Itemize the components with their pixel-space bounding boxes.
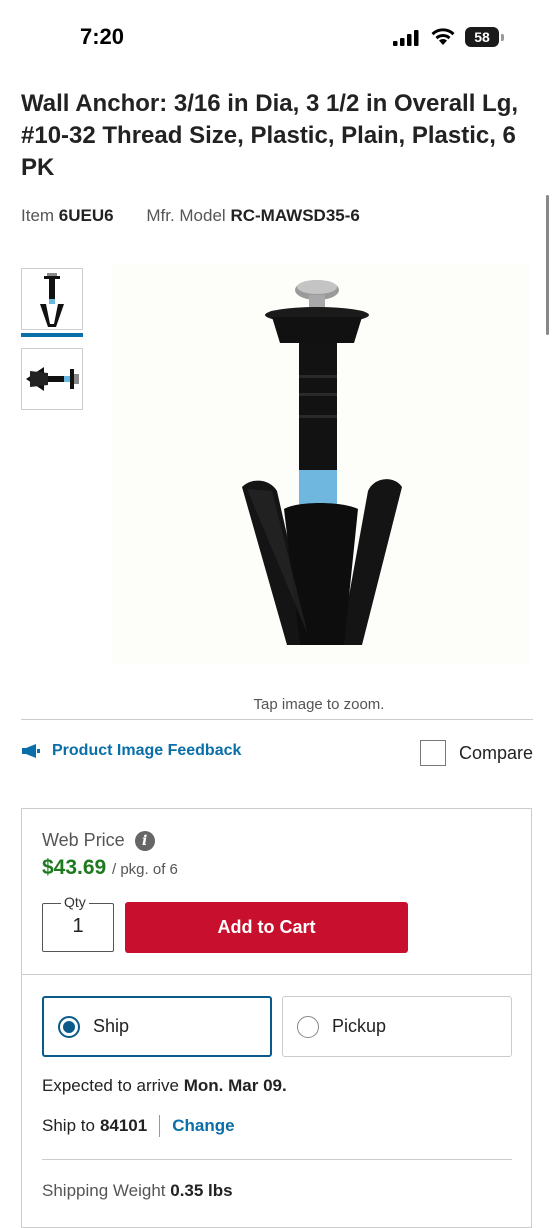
compare-control[interactable]: Compare xyxy=(420,740,533,766)
pickup-label: Pickup xyxy=(332,1016,387,1036)
qty-label: Qty xyxy=(61,894,89,910)
wall-anchor-image xyxy=(242,280,402,645)
thumbnail-sideways[interactable] xyxy=(21,348,83,410)
product-image-feedback-link[interactable]: Product Image Feedback xyxy=(22,742,241,760)
page-scrollbar[interactable] xyxy=(546,195,549,335)
product-title: Wall Anchor: 3/16 in Dia, 3 1/2 in Overa… xyxy=(21,90,519,181)
battery-tip xyxy=(501,34,504,41)
web-price-row: Web Price i xyxy=(42,830,155,851)
change-zip-link[interactable]: Change xyxy=(172,1116,234,1136)
ship-radio[interactable] xyxy=(58,1015,80,1038)
info-icon[interactable]: i xyxy=(134,830,155,851)
zoom-hint: Tap image to zoom. xyxy=(253,696,385,713)
weight-value: 0.35 lbs xyxy=(170,1181,233,1200)
product-main-image[interactable] xyxy=(112,265,530,665)
thumbnail-active-indicator xyxy=(21,333,83,337)
thumbnail-upright[interactable] xyxy=(21,268,83,330)
web-price-label: Web Price xyxy=(42,830,125,850)
status-bar: 7:20 58 xyxy=(0,0,554,75)
arrive-text: Expected to arrive xyxy=(42,1076,180,1095)
feedback-label: Product Image Feedback xyxy=(52,742,242,759)
wifi-icon xyxy=(431,28,455,45)
compare-label: Compare xyxy=(459,742,534,763)
mfr-model: RC-MAWSD35-6 xyxy=(230,206,360,225)
cellular-signal-icon xyxy=(393,30,419,46)
compare-checkbox[interactable] xyxy=(420,740,446,766)
ship-to-label: Ship to xyxy=(42,1116,95,1135)
megaphone-icon xyxy=(22,744,40,758)
ship-label: Ship xyxy=(93,1016,130,1036)
weight-label: Shipping Weight xyxy=(42,1181,166,1200)
divider xyxy=(42,1159,512,1160)
divider xyxy=(21,719,533,720)
arrive-date: Mon. Mar 09. xyxy=(183,1076,287,1095)
price: $43.69 xyxy=(42,856,107,879)
battery-icon: 58 xyxy=(465,27,499,47)
ship-to-row: Ship to 84101 Change xyxy=(42,1115,235,1137)
divider xyxy=(22,974,532,975)
status-time: 7:20 xyxy=(80,24,125,49)
ship-to-zip: 84101 xyxy=(99,1116,148,1135)
separator xyxy=(159,1115,161,1137)
delivery-estimate: Expected to arrive Mon. Mar 09. xyxy=(42,1076,287,1096)
item-number: 6UEU6 xyxy=(58,206,114,225)
qty-value[interactable]: 1 xyxy=(42,915,114,938)
item-info: Item 6UEU6 Mfr. Model RC-MAWSD35-6 xyxy=(21,206,360,226)
add-to-cart-button[interactable]: Add to Cart xyxy=(125,902,408,953)
ship-option[interactable]: Ship xyxy=(42,996,272,1057)
price-per-unit: / pkg. of 6 xyxy=(112,861,178,878)
mfr-label: Mfr. Model xyxy=(146,206,226,225)
pickup-option[interactable]: Pickup xyxy=(282,996,512,1057)
item-label: Item xyxy=(21,206,55,225)
anchor-sideways-thumbnail-icon xyxy=(26,367,79,391)
shipping-weight: Shipping Weight 0.35 lbs xyxy=(42,1181,233,1201)
anchor-upright-thumbnail-icon xyxy=(40,273,64,327)
pickup-radio[interactable] xyxy=(297,1015,319,1038)
